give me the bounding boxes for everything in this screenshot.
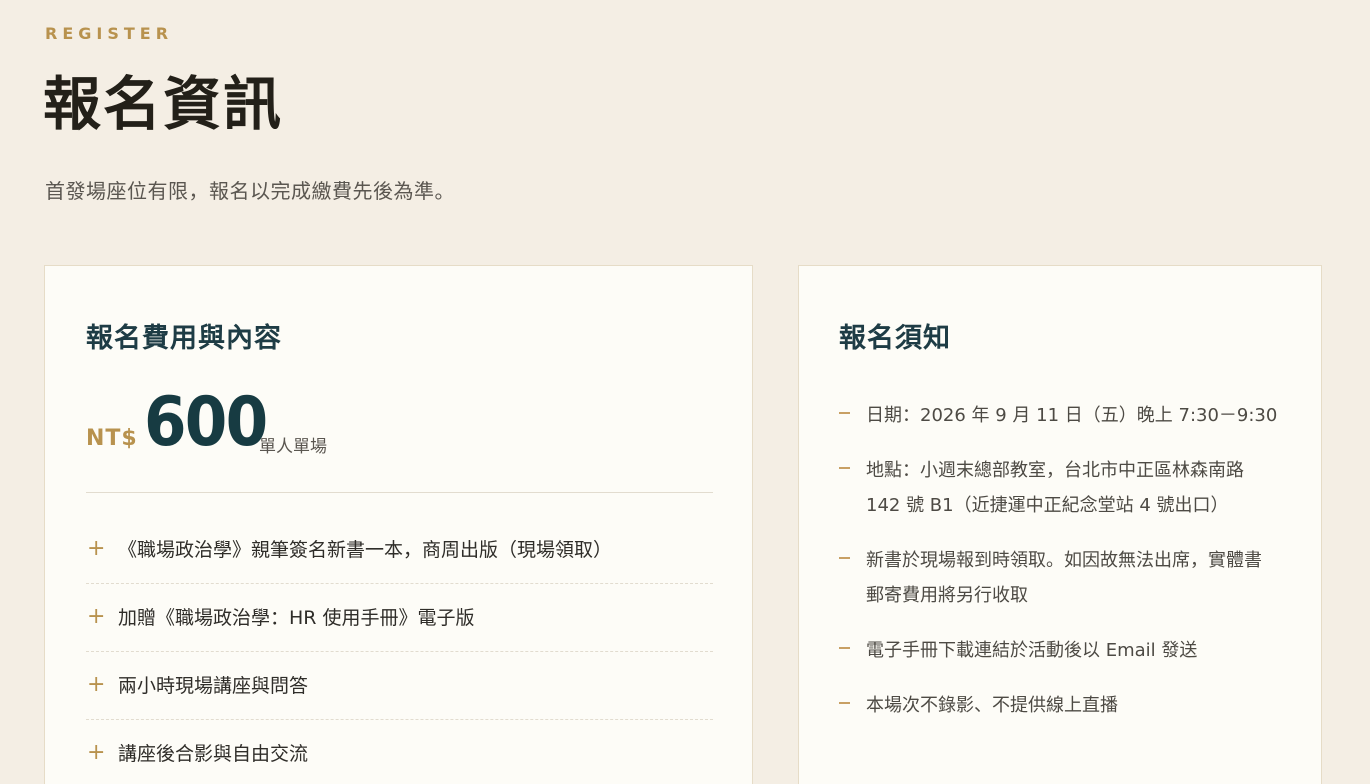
notice-text: 日期：2026 年 9 月 11 日（五）晚上 7:30－9:30 xyxy=(866,405,1278,426)
included-item-label: 兩小時現場講座與問答 xyxy=(118,675,309,697)
price-amount: 600 xyxy=(144,383,268,462)
notice-item: 日期：2026 年 9 月 11 日（五）晚上 7:30－9:30 xyxy=(839,398,1279,433)
plus-icon: + xyxy=(87,536,106,561)
price-currency: NT$ xyxy=(86,426,138,451)
notice-card: 報名須知 日期：2026 年 9 月 11 日（五）晚上 7:30－9:30 地… xyxy=(798,265,1322,784)
plus-icon: + xyxy=(87,604,106,629)
notice-item: 新書於現場報到時領取。如因故無法出席，實體書郵寄費用將另行收取 xyxy=(839,543,1279,613)
notice-text: 新書於現場報到時領取。如因故無法出席，實體書郵寄費用將另行收取 xyxy=(866,550,1262,606)
notice-item: 電子手冊下載連結於活動後以 Email 發送 xyxy=(839,633,1279,668)
notice-text: 地點：小週末總部教室，台北市中正區林森南路 142 號 B1（近捷運中正紀念堂站… xyxy=(866,460,1244,516)
plus-icon: + xyxy=(87,740,106,765)
dash-icon xyxy=(839,453,851,488)
dash-icon xyxy=(839,398,851,433)
page-subtitle: 首發場座位有限，報名以完成繳費先後為準。 xyxy=(45,179,455,203)
included-item-label: 《職場政治學》親筆簽名新書一本，商周出版（現場領取） xyxy=(118,539,613,561)
page-title: 報名資訊 xyxy=(43,70,284,138)
dash-icon xyxy=(839,543,851,578)
fee-card-title: 報名費用與內容 xyxy=(86,323,282,354)
section-eyebrow: REGISTER xyxy=(45,24,174,43)
included-item-label: 講座後合影與自由交流 xyxy=(118,743,309,765)
notice-item: 地點：小週末總部教室，台北市中正區林森南路 142 號 B1（近捷運中正紀念堂站… xyxy=(839,453,1279,523)
notice-card-title: 報名須知 xyxy=(839,323,951,354)
included-items-list: + 《職場政治學》親筆簽名新書一本，商周出版（現場領取） + 加贈《職場政治學：… xyxy=(86,516,713,784)
included-item: + 兩小時現場講座與問答 xyxy=(86,652,713,720)
included-item: + 講座後合影與自由交流 xyxy=(86,720,713,784)
dash-icon xyxy=(839,633,851,668)
dash-icon xyxy=(839,688,851,723)
notice-item: 本場次不錄影、不提供線上直播 xyxy=(839,688,1279,723)
price-divider xyxy=(86,492,713,493)
notice-text: 本場次不錄影、不提供線上直播 xyxy=(866,695,1118,716)
price-row: NT$ 600 單人單場 xyxy=(86,383,706,466)
notice-list: 日期：2026 年 9 月 11 日（五）晚上 7:30－9:30 地點：小週末… xyxy=(839,398,1279,743)
price-unit: 單人單場 xyxy=(259,437,327,457)
included-item: + 《職場政治學》親筆簽名新書一本，商周出版（現場領取） xyxy=(86,516,713,584)
plus-icon: + xyxy=(87,672,106,697)
fee-card: 報名費用與內容 NT$ 600 單人單場 + 《職場政治學》親筆簽名新書一本，商… xyxy=(44,265,753,784)
notice-text: 電子手冊下載連結於活動後以 Email 發送 xyxy=(866,640,1198,661)
included-item: + 加贈《職場政治學：HR 使用手冊》電子版 xyxy=(86,584,713,652)
included-item-label: 加贈《職場政治學：HR 使用手冊》電子版 xyxy=(118,607,475,629)
